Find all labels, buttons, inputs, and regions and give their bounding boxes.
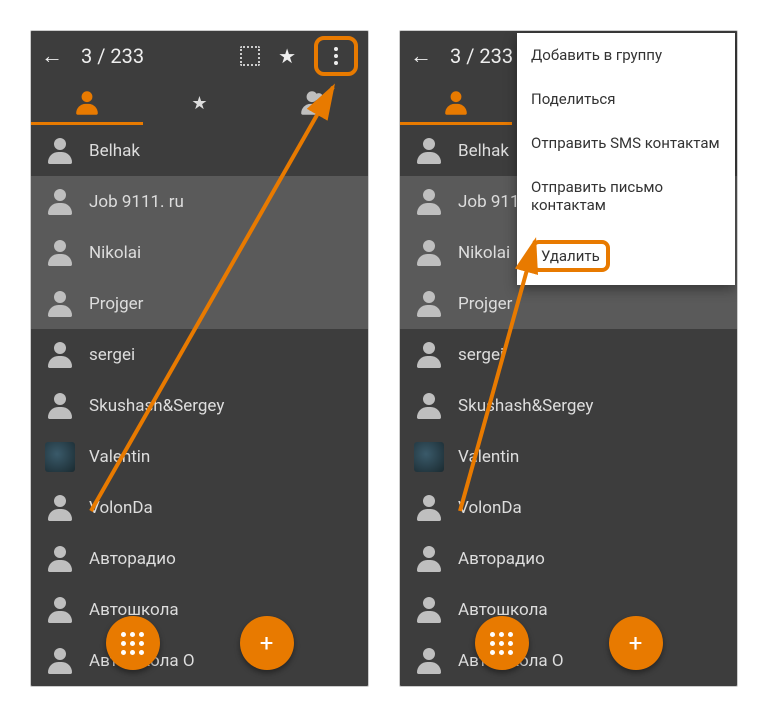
menu-item-label: Удалить — [541, 247, 600, 265]
contact-row[interactable]: sergei — [400, 329, 737, 380]
person-icon — [414, 289, 444, 319]
contact-name: Авторадио — [89, 549, 176, 569]
contact-row[interactable]: Projger — [31, 278, 368, 329]
contact-row[interactable]: VolonDa — [31, 482, 368, 533]
group-icon — [298, 90, 325, 117]
contact-name: Valentin — [458, 447, 519, 467]
menu-item-label: Отправить письмо контактам — [531, 178, 663, 214]
contact-row[interactable]: Skushash&Sergey — [31, 380, 368, 431]
menu-item-label: Отправить SMS контактам — [531, 134, 720, 152]
person-icon — [414, 493, 444, 523]
person-icon — [443, 90, 470, 117]
menu-item[interactable]: Отправить письмо контактам — [517, 165, 735, 227]
contact-row[interactable]: Автошкола О — [400, 635, 737, 686]
contact-name: sergei — [458, 345, 504, 365]
contact-name: Job 9111. ru — [89, 192, 184, 212]
person-icon — [414, 595, 444, 625]
annotation-highlight-kebab — [314, 36, 358, 76]
select-all-icon[interactable] — [240, 46, 260, 66]
person-icon — [45, 187, 75, 217]
tab-favorites[interactable]: ★ — [143, 81, 255, 125]
dialpad-fab[interactable] — [475, 616, 529, 670]
person-icon — [74, 90, 101, 117]
person-icon — [414, 136, 444, 166]
contact-name: Skushash&Sergey — [89, 396, 224, 416]
person-icon — [414, 646, 444, 676]
menu-item-label: Добавить в группу — [531, 46, 662, 64]
back-icon[interactable]: ← — [410, 43, 432, 69]
avatar — [414, 442, 444, 472]
menu-item[interactable]: Отправить SMS контактам — [517, 121, 735, 165]
person-icon — [414, 340, 444, 370]
menu-item[interactable]: Поделиться — [517, 77, 735, 121]
contact-name: VolonDa — [458, 498, 522, 518]
contact-row[interactable]: Skushash&Sergey — [400, 380, 737, 431]
person-icon — [45, 340, 75, 370]
overflow-menu-icon[interactable] — [322, 42, 350, 70]
contact-name: VolonDa — [89, 498, 153, 518]
contact-row[interactable]: Nikolai — [31, 227, 368, 278]
overflow-menu: Добавить в группу Поделиться Отправить SMS… — [517, 33, 735, 285]
contact-row[interactable]: Авторадио — [400, 533, 737, 584]
contact-name: Projger — [458, 294, 512, 314]
tab-groups[interactable] — [256, 81, 368, 125]
person-icon — [45, 136, 75, 166]
contact-row[interactable]: VolonDa — [400, 482, 737, 533]
person-icon — [414, 187, 444, 217]
selection-count: 3 / 233 — [81, 44, 222, 68]
contact-name: Valentin — [89, 447, 150, 467]
app-bar: ← 3 / 233 ★ — [31, 31, 368, 81]
phone-screen-right: ← 3 / 233 ★ BelhakJob 9111. ruNikolaiPro… — [399, 30, 738, 687]
menu-item-label: Поделиться — [531, 90, 616, 108]
tab-contacts[interactable] — [400, 81, 512, 125]
avatar — [45, 442, 75, 472]
contact-row[interactable]: Авторадио — [31, 533, 368, 584]
person-icon — [45, 595, 75, 625]
person-icon — [45, 493, 75, 523]
dialpad-fab[interactable] — [106, 616, 160, 670]
menu-item[interactable]: Добавить в группу — [517, 33, 735, 77]
contact-name: sergei — [89, 345, 135, 365]
tab-bar: ★ — [31, 81, 368, 125]
plus-icon: + — [260, 629, 274, 657]
tab-contacts[interactable] — [31, 81, 143, 125]
plus-icon: + — [629, 629, 643, 657]
contact-name: Nikolai — [89, 243, 141, 263]
dialpad-icon — [490, 632, 513, 655]
person-icon — [45, 238, 75, 268]
contact-row[interactable]: Job 9111. ru — [31, 176, 368, 227]
contact-row[interactable]: sergei — [31, 329, 368, 380]
contact-row[interactable]: Автошкола О — [31, 635, 368, 686]
phone-screen-left: ← 3 / 233 ★ ★ Belhak Job 9111. ru Nikolai P… — [30, 30, 369, 687]
menu-item[interactable]: Удалить — [517, 227, 735, 285]
star-icon: ★ — [191, 93, 207, 114]
person-icon — [414, 544, 444, 574]
contact-name: Nikolai — [458, 243, 510, 263]
contact-row[interactable]: Projger — [400, 278, 737, 329]
contact-name: Авторадио — [458, 549, 545, 569]
favorite-icon[interactable]: ★ — [278, 44, 296, 68]
person-icon — [45, 391, 75, 421]
contact-row[interactable]: Автошкола — [400, 584, 737, 635]
contact-name: Belhak — [89, 141, 140, 161]
contact-name: Projger — [89, 294, 143, 314]
person-icon — [45, 544, 75, 574]
person-icon — [414, 391, 444, 421]
dialpad-icon — [121, 632, 144, 655]
add-contact-fab[interactable]: + — [609, 616, 663, 670]
contact-row[interactable]: Valentin — [400, 431, 737, 482]
person-icon — [414, 238, 444, 268]
contact-row[interactable]: Автошкола — [31, 584, 368, 635]
contact-row[interactable]: Belhak — [31, 125, 368, 176]
person-icon — [45, 646, 75, 676]
add-contact-fab[interactable]: + — [240, 616, 294, 670]
annotation-highlight-delete: Удалить — [531, 240, 610, 272]
back-icon[interactable]: ← — [41, 43, 63, 69]
contact-list[interactable]: Belhak Job 9111. ru Nikolai Projger sergei Sk… — [31, 125, 368, 686]
contact-row[interactable]: Valentin — [31, 431, 368, 482]
contact-name: Belhak — [458, 141, 509, 161]
contact-name: Skushash&Sergey — [458, 396, 593, 416]
person-icon — [45, 289, 75, 319]
